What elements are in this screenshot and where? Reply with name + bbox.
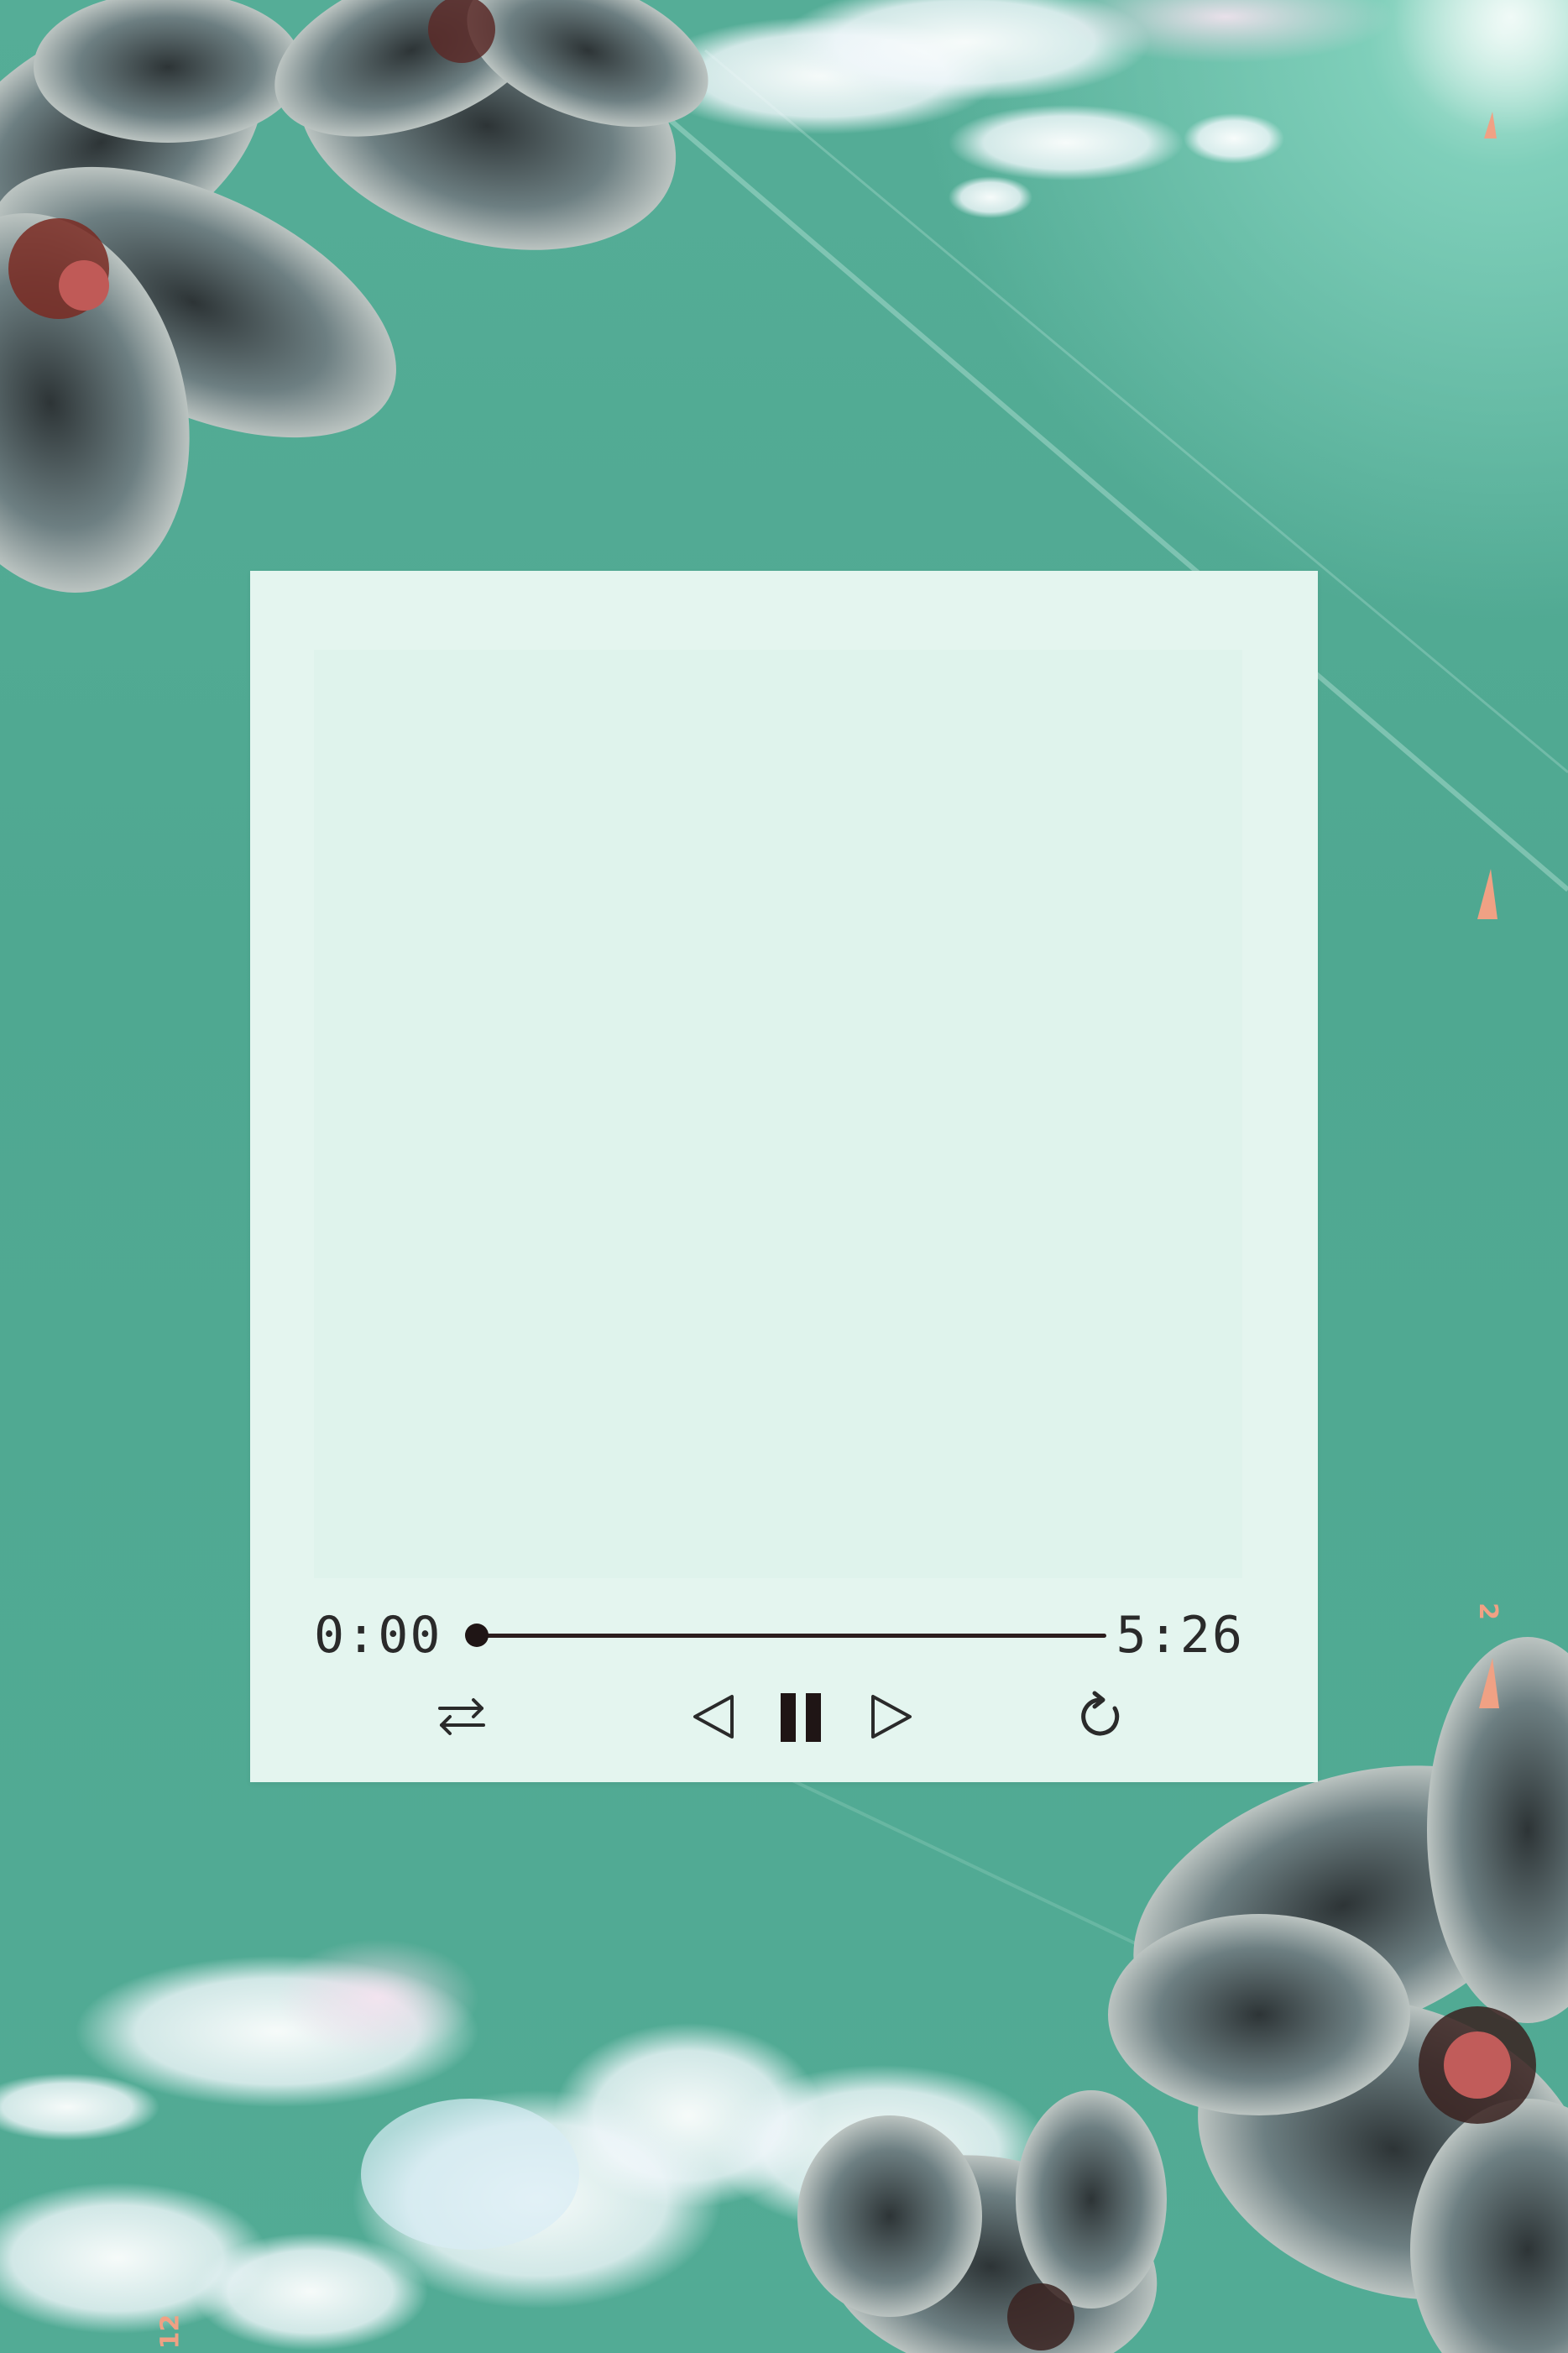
film-mark-right: 2 bbox=[1472, 1603, 1503, 1620]
progress-track[interactable] bbox=[467, 1634, 1106, 1638]
flower-top-left bbox=[0, 0, 708, 593]
current-time: 0:00 bbox=[314, 1606, 442, 1665]
total-time: 5:26 bbox=[1116, 1606, 1244, 1665]
next-button[interactable] bbox=[858, 1683, 925, 1750]
progress-bar[interactable] bbox=[465, 1618, 1106, 1652]
pause-icon bbox=[781, 1693, 821, 1742]
shuffle-icon bbox=[438, 1698, 485, 1735]
clouds-top bbox=[646, 0, 1393, 218]
repeat-button[interactable] bbox=[1066, 1683, 1133, 1750]
previous-icon bbox=[693, 1695, 734, 1739]
film-mark-left: 12 bbox=[155, 2314, 186, 2350]
pause-button[interactable] bbox=[769, 1683, 836, 1750]
previous-button[interactable] bbox=[680, 1683, 747, 1750]
shuffle-button[interactable] bbox=[428, 1683, 495, 1750]
next-icon bbox=[871, 1695, 912, 1739]
background-scene: 2 12 0:00 5:26 bbox=[0, 0, 1568, 2353]
film-markers bbox=[1477, 112, 1499, 1708]
progress-knob[interactable] bbox=[465, 1624, 489, 1647]
repeat-icon bbox=[1081, 1691, 1120, 1736]
album-cover-placeholder bbox=[314, 650, 1242, 1578]
music-player-card: 0:00 5:26 bbox=[250, 571, 1318, 1782]
